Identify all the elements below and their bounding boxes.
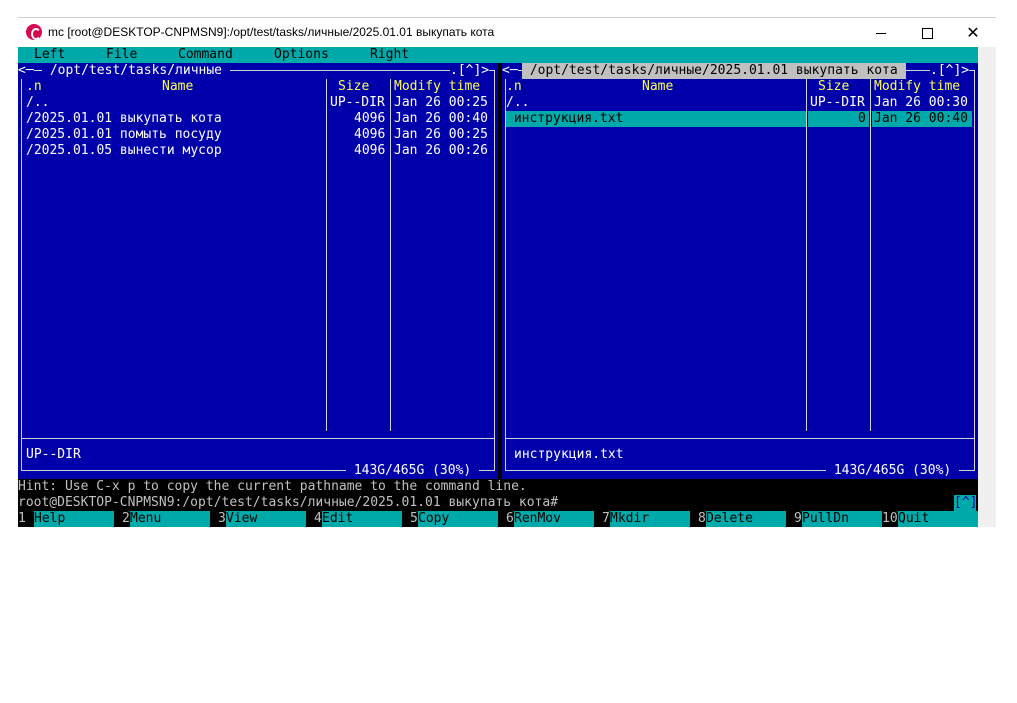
file-name: /.. [506,95,530,110]
file-name: /2025.01.05 вынести мусор [26,143,222,158]
file-name: инструкция.txt [506,111,624,126]
terminal[interactable]: Left File Command Options Right <─ /opt/… [18,47,978,527]
file-name: /.. [26,95,50,110]
left-panel-corner[interactable]: <─ [18,63,34,79]
right-disk-usage: 143G/465G (30%) [826,463,960,479]
file-mtime: Jan 26 00:40 [394,111,488,126]
menu-file[interactable]: File [106,47,137,63]
f3-view-button[interactable]: 3 View [218,511,306,527]
col-size-header[interactable]: Size [818,79,849,95]
right-col-divider [806,79,807,431]
menu-command[interactable]: Command [178,47,233,63]
function-key-bar: 1 Help 2 Menu 3 View 4 Edit 5 Copy 6 RenMov 7M… [18,511,978,527]
f4-edit-button[interactable]: 4 Edit [314,511,402,527]
right-status-divider [505,438,974,439]
right-panel-path: /opt/test/tasks/личные/2025.01.01 выкупа… [522,63,906,79]
left-panel[interactable]: <─ /opt/test/tasks/личные .[^]> .n Name … [18,63,498,479]
col-mtime-header[interactable]: Modify time [874,79,960,95]
f1-help-button[interactable]: 1 Help [18,511,114,527]
mc-menubar: Left File Command Options Right [18,47,978,63]
right-panel-history[interactable]: .[^]> [930,63,970,79]
file-mtime: Jan 26 00:40 [874,111,968,126]
left-col-divider [326,79,327,431]
col-mtime-header[interactable]: Modify time [394,79,480,95]
window-titlebar: mc [root@DESKTOP-CNPMSN9]:/opt/test/task… [18,17,996,48]
right-panel-frame [505,70,975,471]
col-sort-header[interactable]: .n [26,79,42,95]
left-disk-usage: 143G/465G (30%) [346,463,480,479]
left-status-line: UP--DIR [26,447,81,462]
command-history-button[interactable]: [^] [954,495,977,511]
col-name-header[interactable]: Name [642,79,673,95]
close-button[interactable]: ✕ [950,18,996,48]
file-mtime: Jan 26 00:25 [394,127,488,142]
f10-quit-button[interactable]: 10 Quit [882,511,978,527]
left-status-divider [21,438,494,439]
menu-options[interactable]: Options [274,47,329,63]
col-size-header[interactable]: Size [338,79,369,95]
file-size: 0 [858,111,866,126]
f6-renmov-button[interactable]: 6 RenMov [506,511,594,527]
command-line[interactable]: root@DESKTOP-CNPMSN9:/opt/test/tasks/лич… [18,495,978,511]
menu-right[interactable]: Right [370,47,409,63]
left-panel-history[interactable]: .[^]> [450,63,490,79]
right-panel-corner[interactable]: <─ [502,63,518,79]
col-sort-header[interactable]: .n [506,79,522,95]
file-name: /2025.01.01 помыть посуду [26,127,222,142]
file-size: 4096 [354,111,386,126]
maximize-button[interactable] [904,18,950,48]
right-col-divider [870,79,871,431]
f5-copy-button[interactable]: 5 Copy [410,511,498,527]
right-panel[interactable]: <─ /opt/test/tasks/личные/2025.01.01 вык… [502,63,978,479]
menu-left[interactable]: Left [34,47,65,63]
window-title: mc [root@DESKTOP-CNPMSN9]:/opt/test/task… [48,25,495,39]
right-status-line: инструкция.txt [514,447,624,462]
close-icon: ✕ [966,23,980,42]
left-col-divider [390,79,391,431]
col-name-header[interactable]: Name [162,79,193,95]
f7-mkdir-button[interactable]: 7 Mkdir [602,511,690,527]
minimize-icon [876,33,886,34]
f8-delete-button[interactable]: 8 Delete [698,511,786,527]
minimize-button[interactable] [858,18,904,48]
file-name: /2025.01.01 выкупать кота [26,111,222,126]
left-panel-path: /opt/test/tasks/личные [42,63,230,79]
file-mtime: Jan 26 00:26 [394,143,488,158]
file-mtime: Jan 26 00:25 [394,95,488,110]
file-size: 4096 [354,143,386,158]
file-size: UP--DIR [810,95,865,110]
debian-logo-icon [26,24,42,40]
hint-line: Hint: Use C-x p to copy the current path… [18,479,978,495]
file-mtime: Jan 26 00:30 [874,95,968,110]
f2-menu-button[interactable]: 2 Menu [122,511,210,527]
file-size: UP--DIR [330,95,385,110]
terminal-scrollbar[interactable] [978,47,996,527]
f9-pulldn-button[interactable]: 9 PullDn [794,511,882,527]
maximize-icon [921,28,933,39]
file-size: 4096 [354,127,386,142]
